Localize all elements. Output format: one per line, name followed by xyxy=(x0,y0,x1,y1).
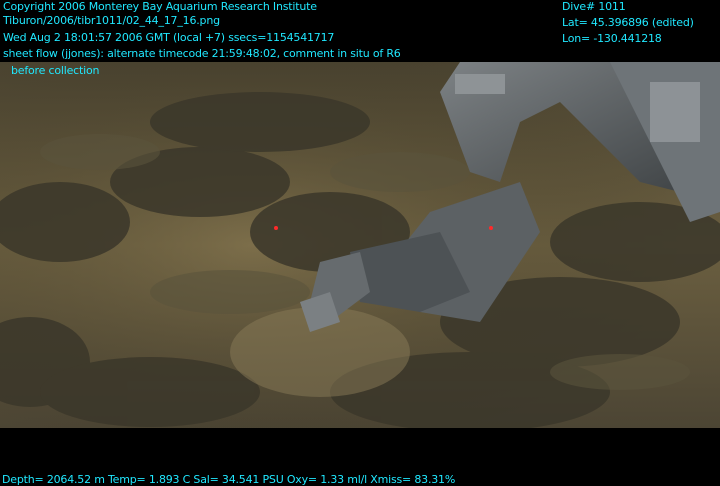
latitude-readout: Lat= 45.396896 (edited) xyxy=(562,16,694,29)
dive-number: Dive# 1011 xyxy=(562,0,626,13)
longitude-readout: Lon= -130.441218 xyxy=(562,32,662,45)
sensor-readout: Depth= 2064.52 m Temp= 1.893 C Sal= 34.5… xyxy=(2,473,456,486)
annotation-subnote: before collection xyxy=(11,64,100,77)
laser-dot xyxy=(489,226,493,230)
annotation-note: sheet flow (jjones): alternate timecode … xyxy=(3,47,401,60)
timestamp-text: Wed Aug 2 18:01:57 2006 GMT (local +7) s… xyxy=(3,31,335,44)
copyright-text: Copyright 2006 Monterey Bay Aquarium Res… xyxy=(3,0,317,13)
laser-dot xyxy=(274,226,278,230)
seafloor-video-frame xyxy=(0,62,720,428)
file-path-text: Tiburon/2006/tibr1011/02_44_17_16.png xyxy=(3,14,220,27)
